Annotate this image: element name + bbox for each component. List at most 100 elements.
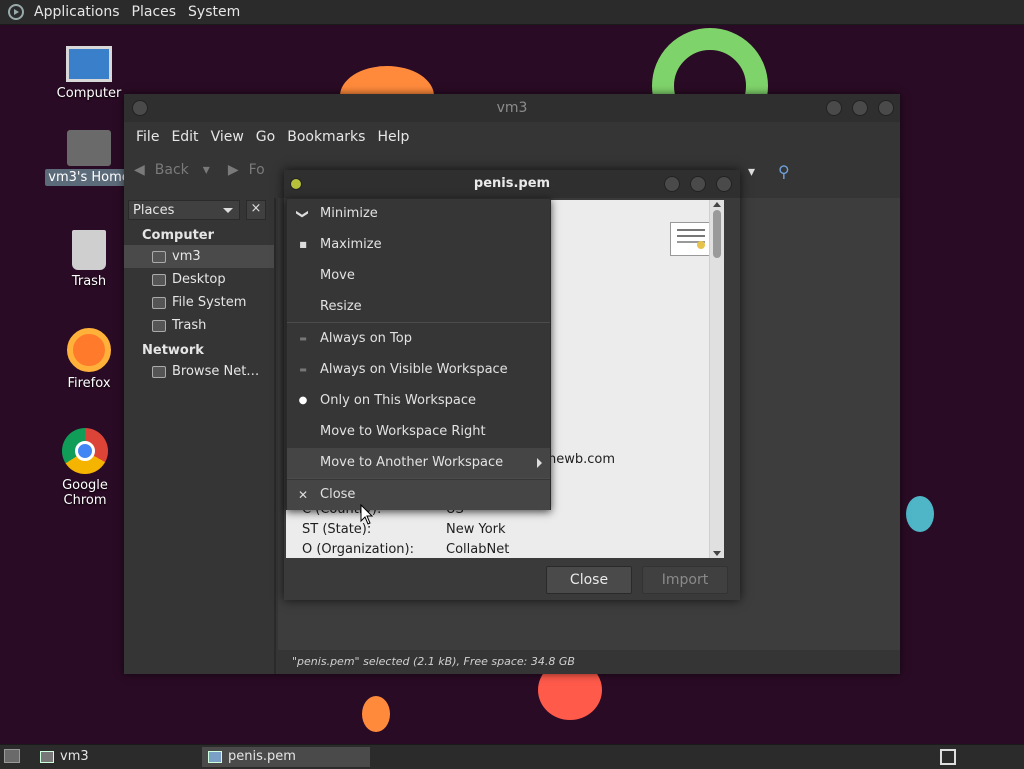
desktop-icon-firefox[interactable]: Firefox <box>44 328 134 391</box>
dialog-titlebar[interactable]: penis.pem <box>284 170 740 198</box>
sidebar: Places × Computer vm3 Desktop File Syste… <box>124 198 276 674</box>
sidebar-item-label: Trash <box>172 318 207 333</box>
wallpaper-blob-teal <box>906 496 934 532</box>
sidebar-item-vm3[interactable]: vm3 <box>124 245 274 268</box>
task-label: penis.pem <box>228 749 296 764</box>
submenu-arrow-icon <box>537 458 542 468</box>
menu-applications[interactable]: Applications <box>28 4 126 20</box>
chrome-icon <box>62 428 108 474</box>
mouse-cursor-icon <box>360 504 374 525</box>
menu-bookmarks[interactable]: Bookmarks <box>281 129 371 145</box>
menu-go[interactable]: Go <box>250 129 281 145</box>
status-bar: "penis.pem" selected (2.1 kB), Free spac… <box>278 650 900 674</box>
menu-item-only-this-workspace[interactable]: ● Only on This Workspace <box>287 386 550 416</box>
minimize-icon: ❯ <box>296 208 310 220</box>
menu-item-label: Only on This Workspace <box>320 393 476 408</box>
forward-button[interactable]: Fo <box>249 162 265 178</box>
menu-item-close[interactable]: ✕ Close <box>287 480 550 510</box>
scroll-thumb[interactable] <box>713 210 721 258</box>
sidebar-item-trash[interactable]: Trash <box>124 314 274 337</box>
places-selector[interactable]: Places <box>128 200 240 220</box>
close-button[interactable]: Close <box>546 566 632 594</box>
menubar: File Edit View Go Bookmarks Help <box>124 122 900 152</box>
desktop-icon-home[interactable]: vm3's Home <box>44 130 134 186</box>
desktop-label: vm3's Home <box>45 169 133 186</box>
maximize-icon: ■ <box>299 240 307 249</box>
menu-places[interactable]: Places <box>126 4 183 20</box>
back-button[interactable]: Back <box>155 162 189 178</box>
radio-icon: ▬ <box>299 365 307 374</box>
wallpaper-blob-small <box>362 696 390 732</box>
menu-item-move-workspace-right[interactable]: Move to Workspace Right <box>287 417 550 447</box>
menu-separator <box>287 478 550 479</box>
menu-item-label: Minimize <box>320 206 378 221</box>
dialog-close-icon[interactable] <box>716 176 732 192</box>
maximize-button[interactable] <box>852 100 868 116</box>
menu-item-minimize[interactable]: ❯ Minimize <box>287 199 550 229</box>
field-value-state: New York <box>446 522 506 537</box>
toolbar-dropdown-icon[interactable]: ▾ <box>748 164 755 180</box>
certificate-icon <box>670 222 712 256</box>
menu-item-label: Move <box>320 268 355 283</box>
sidebar-item-label: File System <box>172 295 247 310</box>
sidebar-item-desktop[interactable]: Desktop <box>124 268 274 291</box>
dialog-title: penis.pem <box>473 176 551 191</box>
show-desktop-icon[interactable] <box>4 749 20 763</box>
desktop-icon-chrome[interactable]: Google Chrom <box>40 428 130 508</box>
search-icon[interactable]: ⚲ <box>778 162 790 181</box>
menu-item-label: Close <box>320 487 356 502</box>
menu-item-always-on-top[interactable]: ▬ Always on Top <box>287 324 550 354</box>
menu-file[interactable]: File <box>130 129 165 145</box>
window-icon <box>208 751 222 763</box>
desktop-label: Trash <box>71 274 107 289</box>
import-button[interactable]: Import <box>642 566 728 594</box>
menu-edit[interactable]: Edit <box>165 129 204 145</box>
dialog-minimize-button[interactable] <box>664 176 680 192</box>
home-folder-icon <box>67 130 111 166</box>
desktop-icon-computer[interactable]: Computer <box>44 46 134 101</box>
dialog-menu-icon[interactable] <box>290 178 302 190</box>
workspace-switcher-icon[interactable] <box>940 749 956 765</box>
task-label: vm3 <box>60 749 89 764</box>
sidebar-item-file-system[interactable]: File System <box>124 291 274 314</box>
partial-hostname: newb.com <box>548 452 616 467</box>
menu-item-maximize[interactable]: ■ Maximize <box>287 230 550 260</box>
menu-system[interactable]: System <box>182 4 246 20</box>
dropdown-icon: ▾ <box>202 162 210 178</box>
close-button[interactable] <box>878 100 894 116</box>
sidebar-item-label: Browse Net… <box>172 364 260 379</box>
menu-item-move[interactable]: Move <box>287 261 550 291</box>
trash-icon <box>72 230 106 270</box>
menu-item-resize[interactable]: Resize <box>287 292 550 322</box>
menu-item-label: Always on Top <box>320 331 412 346</box>
sidebar-heading-computer: Computer <box>142 228 215 243</box>
scroll-down-icon[interactable] <box>713 551 721 556</box>
menu-item-always-visible-workspace[interactable]: ▬ Always on Visible Workspace <box>287 355 550 385</box>
field-label-organization: O (Organization): <box>302 542 414 557</box>
scroll-up-icon[interactable] <box>713 202 721 207</box>
menu-separator <box>287 322 550 323</box>
desktop-icon-trash[interactable]: Trash <box>44 230 134 289</box>
sidebar-item-label: vm3 <box>172 249 201 264</box>
menu-help[interactable]: Help <box>371 129 415 145</box>
menu-view[interactable]: View <box>205 129 250 145</box>
menu-item-move-another-workspace[interactable]: Move to Another Workspace <box>287 448 550 478</box>
task-penis-pem[interactable]: penis.pem <box>202 747 370 767</box>
menu-item-label: Resize <box>320 299 362 314</box>
top-panel: Applications Places System <box>0 0 1024 25</box>
sidebar-close-icon[interactable]: × <box>246 200 266 220</box>
dialog-scrollbar[interactable] <box>709 200 724 558</box>
drive-icon <box>152 296 166 309</box>
menu-item-label: Move to Another Workspace <box>320 455 504 470</box>
minimize-button[interactable] <box>826 100 842 116</box>
file-manager-titlebar[interactable]: vm3 <box>124 94 900 122</box>
checkbox-icon: ▬ <box>299 334 307 343</box>
network-icon <box>152 365 166 378</box>
dialog-maximize-button[interactable] <box>690 176 706 192</box>
distro-logo-icon[interactable] <box>8 4 24 20</box>
sidebar-item-browse-network[interactable]: Browse Net… <box>124 360 274 383</box>
desktop-label: Firefox <box>67 376 111 391</box>
window-menu-button[interactable] <box>132 100 148 116</box>
task-vm3[interactable]: vm3 <box>34 747 194 767</box>
desktop-label: Google Chrom <box>62 478 108 508</box>
